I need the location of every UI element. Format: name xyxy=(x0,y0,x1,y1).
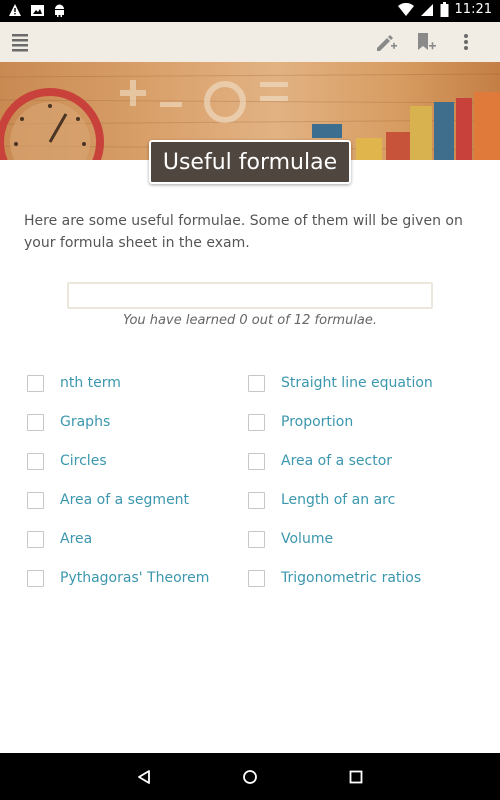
bookmark-add-icon xyxy=(418,33,436,50)
formula-link[interactable]: Volume xyxy=(281,531,333,547)
progress-text: You have learned 0 out of 12 formulae. xyxy=(122,313,378,328)
formula-item-area[interactable]: Area xyxy=(27,526,92,552)
recents-icon xyxy=(349,770,363,784)
wifi-icon xyxy=(397,2,414,16)
formula-checkbox[interactable] xyxy=(248,569,265,587)
formula-link[interactable]: Area of a segment xyxy=(60,492,189,508)
formula-checkbox[interactable] xyxy=(27,452,44,470)
formula-link[interactable]: Trigonometric ratios xyxy=(281,570,421,586)
formula-item-pythagoras-theorem[interactable]: Pythagoras' Theorem xyxy=(27,565,209,591)
formula-link[interactable]: Area of a sector xyxy=(281,453,392,469)
more-vert-icon xyxy=(464,34,468,50)
formula-item-length-of-an-arc[interactable]: Length of an arc xyxy=(248,487,395,513)
page-title: Useful formulae xyxy=(162,149,338,175)
formula-link[interactable]: Circles xyxy=(60,453,107,469)
formula-item-area-of-a-sector[interactable]: Area of a sector xyxy=(248,448,392,474)
formula-checkbox[interactable] xyxy=(27,374,44,392)
formula-link[interactable]: Length of an arc xyxy=(281,492,395,508)
formula-link[interactable]: Area xyxy=(60,531,92,547)
formula-link[interactable]: Straight line equation xyxy=(281,375,433,391)
formula-checkbox[interactable] xyxy=(27,530,44,548)
warning-icon xyxy=(9,4,21,16)
edit-note-icon xyxy=(377,35,397,51)
add-bookmark-button[interactable] xyxy=(412,29,440,55)
formula-item-area-of-a-segment[interactable]: Area of a segment xyxy=(27,487,189,513)
formula-checkbox[interactable] xyxy=(27,413,44,431)
formula-item-trigonometric-ratios[interactable]: Trigonometric ratios xyxy=(248,565,421,591)
formula-item-nth-term[interactable]: nth term xyxy=(27,370,121,396)
recents-button[interactable] xyxy=(343,764,369,790)
formula-item-graphs[interactable]: Graphs xyxy=(27,409,110,435)
formula-checkbox[interactable] xyxy=(248,491,265,509)
signal-icon xyxy=(420,3,433,16)
navigation-bar xyxy=(0,753,500,800)
overflow-menu-button[interactable] xyxy=(452,29,480,55)
formula-checkbox[interactable] xyxy=(248,413,265,431)
progress-bar xyxy=(67,282,433,309)
formula-item-straight-line-equation[interactable]: Straight line equation xyxy=(248,370,433,396)
menu-button[interactable] xyxy=(6,29,34,55)
battery-icon xyxy=(440,2,449,17)
formula-link[interactable]: nth term xyxy=(60,375,121,391)
page-title-box: Useful formulae xyxy=(149,140,351,184)
intro-text: Here are some useful formulae. Some of t… xyxy=(24,213,463,251)
formula-link[interactable]: Proportion xyxy=(281,414,353,430)
menu-icon xyxy=(12,34,28,52)
status-right-icons: 11:21 xyxy=(397,2,492,17)
formula-checkbox[interactable] xyxy=(248,374,265,392)
status-left-icons xyxy=(8,3,66,17)
formula-item-proportion[interactable]: Proportion xyxy=(248,409,353,435)
back-button[interactable] xyxy=(131,764,157,790)
formula-checkbox[interactable] xyxy=(248,452,265,470)
formula-checkbox[interactable] xyxy=(27,491,44,509)
android-icon xyxy=(55,4,64,17)
toolbar xyxy=(0,22,500,62)
add-note-button[interactable] xyxy=(372,29,400,55)
photo-icon xyxy=(31,5,44,16)
formula-link[interactable]: Graphs xyxy=(60,414,110,430)
status-time: 11:21 xyxy=(454,2,492,17)
home-button[interactable] xyxy=(237,764,263,790)
formula-item-volume[interactable]: Volume xyxy=(248,526,333,552)
formula-checkbox[interactable] xyxy=(27,569,44,587)
formula-item-circles[interactable]: Circles xyxy=(27,448,107,474)
back-icon xyxy=(138,770,150,784)
formula-checkbox[interactable] xyxy=(248,530,265,548)
formula-link[interactable]: Pythagoras' Theorem xyxy=(60,570,209,586)
home-icon xyxy=(243,770,257,784)
status-bar: 11:21 xyxy=(0,0,500,22)
